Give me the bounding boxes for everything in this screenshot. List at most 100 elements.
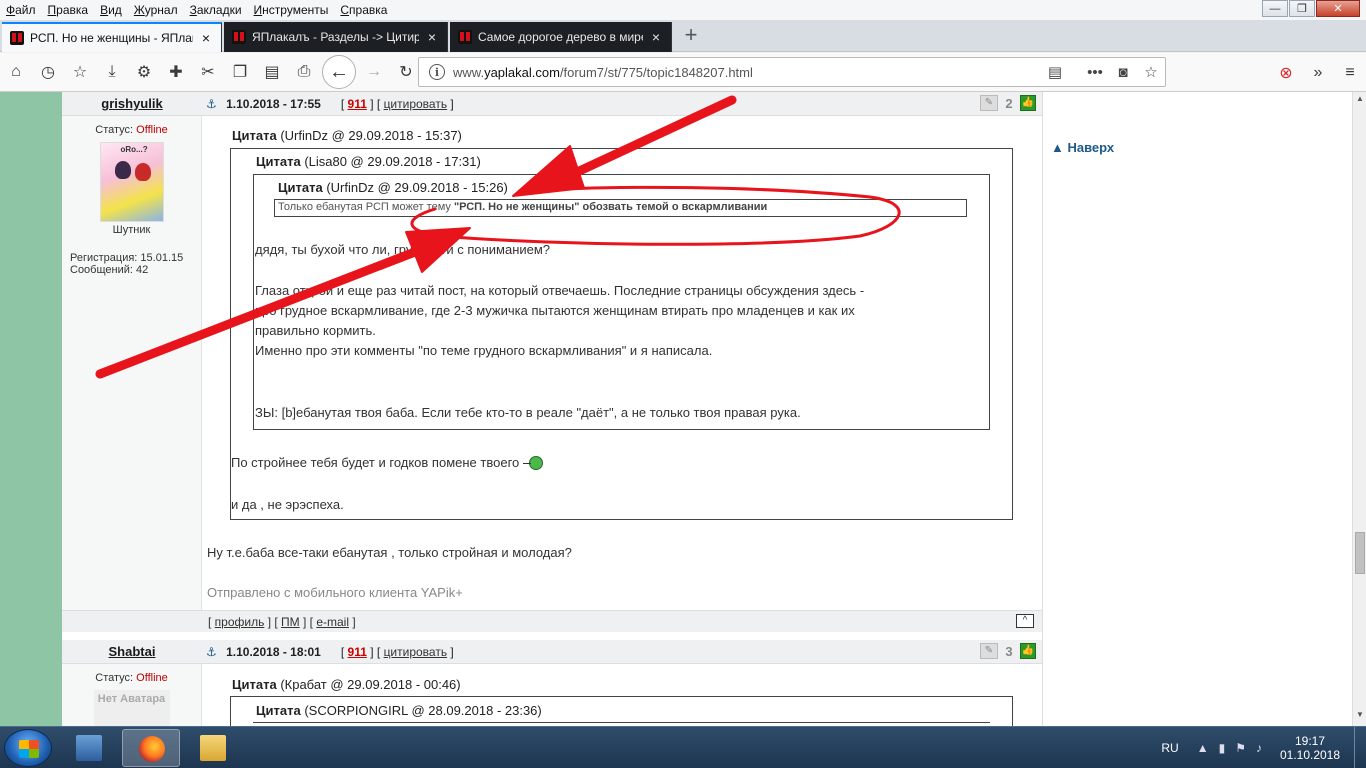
tray-expand-icon[interactable]: ▲ [1197, 741, 1209, 755]
menu-tools[interactable]: Инструменты [254, 3, 329, 17]
tab-rsp[interactable]: РСП. Но не женщины - ЯПлакалъ × [2, 22, 222, 52]
back-arrow-icon[interactable]: ← [322, 55, 356, 89]
window-controls: — ❐ ✕ [1261, 0, 1360, 18]
start-button[interactable] [4, 729, 52, 767]
to-top-button[interactable]: ^ [1016, 614, 1034, 628]
scroll-up-arrow-icon[interactable]: ▲ [1353, 94, 1366, 108]
scrollbar-thumb[interactable] [1355, 532, 1365, 574]
tab-close-icon[interactable]: × [425, 29, 439, 45]
user-avatar: oRo...? [99, 142, 164, 222]
post-meta: ⚓ 1.10.2018 - 18:01 [ 911 ] [ цитировать… [206, 645, 454, 659]
addons-puzzle-icon[interactable]: ✚ [160, 56, 192, 88]
flag-icon[interactable]: ⚑ [1235, 741, 1246, 755]
maximize-button[interactable]: ❐ [1289, 0, 1315, 17]
quote2-box-edge [253, 722, 990, 723]
bookmark-page-star-icon[interactable]: ☆ [1137, 63, 1165, 81]
profile-link[interactable]: профиль [215, 615, 265, 629]
tab-label: Самое дорогое дерево в мире [478, 30, 643, 44]
network-signal-icon[interactable]: ▮ [1219, 741, 1226, 755]
reputation-link[interactable]: 911 [348, 645, 367, 659]
minimize-button[interactable]: — [1262, 0, 1288, 17]
forward-arrow-icon[interactable]: → [358, 56, 390, 88]
history-icon[interactable]: ◷ [32, 56, 64, 88]
quote3-box: Только ебанутая РСП может тему "РСП. Но … [274, 199, 967, 217]
bookmark-star-icon[interactable]: ☆ [64, 56, 96, 88]
url-bar[interactable]: i www.yaplakal.com/forum7/st/775/topic18… [418, 57, 1166, 87]
print-icon[interactable]: ⎙ [288, 56, 320, 88]
comment-bubble-icon[interactable]: ✎ [980, 643, 998, 659]
hamburger-menu-icon[interactable]: ≡ [1334, 57, 1366, 89]
post-date: 1.10.2018 - 17:55 [226, 97, 321, 111]
quote2-header: Цитата (Lisa80 @ 29.09.2018 - 17:31) [256, 154, 481, 169]
volume-icon[interactable]: ♪ [1256, 741, 1262, 755]
system-tray: RU ▲ ▮ ⚑ ♪ 19:17 01.10.2018 [1161, 727, 1366, 768]
tab-razdely[interactable]: ЯПлакалъ - Разделы -> Цитир × [224, 22, 448, 52]
menu-view[interactable]: Вид [100, 3, 122, 17]
email-link[interactable]: e-mail [316, 615, 349, 629]
tab-close-icon[interactable]: × [649, 29, 663, 45]
download-icon[interactable]: ⤓ [96, 56, 128, 88]
anchor-icon[interactable]: ⚓ [206, 97, 217, 111]
paste-icon[interactable]: ▤ [256, 56, 288, 88]
taskbar-app-icon[interactable] [60, 729, 118, 767]
new-tab-button[interactable]: + [680, 22, 702, 48]
thumb-up-icon[interactable]: 👍 [1020, 95, 1036, 111]
user-status: Статус: Offline [95, 124, 168, 136]
show-desktop-button[interactable] [1354, 727, 1366, 768]
user-info-panel: Статус: Offline Нет Аватара [62, 664, 202, 726]
language-indicator[interactable]: RU [1161, 741, 1178, 755]
taskbar: RU ▲ ▮ ⚑ ♪ 19:17 01.10.2018 [0, 726, 1366, 768]
firefox-icon [139, 736, 165, 762]
post-meta: ⚓ 1.10.2018 - 17:55 [ 911 ] [ цитировать… [206, 97, 454, 111]
reputation-link[interactable]: 911 [348, 97, 367, 111]
adblock-stop-icon[interactable]: ⊗ [1270, 57, 1302, 89]
quote-link[interactable]: цитировать [384, 97, 448, 111]
anchor-icon[interactable]: ⚓ [206, 645, 217, 659]
site-info-icon[interactable]: i [429, 64, 445, 80]
post-number[interactable]: 3 [1002, 644, 1016, 659]
menu-file[interactable]: Файл [6, 3, 36, 17]
taskbar-explorer-button[interactable] [184, 729, 242, 767]
menu-history[interactable]: Журнал [134, 3, 178, 17]
cut-icon[interactable]: ✂ [192, 56, 224, 88]
copy-icon[interactable]: ❐ [224, 56, 256, 88]
thumb-up-icon[interactable]: 👍 [1020, 643, 1036, 659]
post-number[interactable]: 2 [1002, 96, 1016, 111]
pm-link[interactable]: ПМ [281, 615, 300, 629]
quote2-header: Цитата (SCORPIONGIRL @ 28.09.2018 - 23:3… [256, 703, 542, 718]
settings-gear-icon[interactable]: ⚙ [128, 56, 160, 88]
comment-bubble-icon[interactable]: ✎ [980, 95, 998, 111]
close-window-button[interactable]: ✕ [1316, 0, 1360, 17]
post-signature: Отправлено с мобильного клиента YAPik+ [207, 585, 463, 600]
tab-tree[interactable]: Самое дорогое дерево в мире × [450, 22, 672, 52]
yaplakal-favicon-icon [458, 30, 472, 44]
overflow-chevron-icon[interactable]: » [1302, 57, 1334, 89]
pocket-icon[interactable]: ◙ [1109, 64, 1137, 81]
clock[interactable]: 19:17 01.10.2018 [1272, 734, 1348, 762]
yaplakal-favicon-icon [10, 31, 24, 45]
user-info-panel: Статус: Offline oRo...? Шутник Регистрац… [62, 116, 202, 610]
menu-bookmarks[interactable]: Закладки [190, 3, 242, 17]
post-number-block: ✎ 3 👍 [980, 643, 1036, 659]
yaplakal-favicon-icon [232, 30, 246, 44]
quote2-text: дядя, ты бухой что ли, грудности с поним… [255, 242, 865, 420]
back-to-top-link[interactable]: ▲ Наверх [1051, 140, 1114, 155]
post-header: grishyulik ⚓ 1.10.2018 - 17:55 [ 911 ] [… [62, 92, 1042, 116]
menu-edit[interactable]: Правка [48, 3, 89, 17]
post-author[interactable]: grishyulik [62, 96, 202, 111]
page-scrollbar[interactable]: ▲ ▼ [1352, 92, 1366, 726]
menu-help[interactable]: Справка [340, 3, 387, 17]
quote-link[interactable]: цитировать [384, 645, 448, 659]
tab-label: ЯПлакалъ - Разделы -> Цитир [252, 30, 419, 44]
url-text[interactable]: www.yaplakal.com/forum7/st/775/topic1848… [453, 65, 1041, 80]
scroll-down-arrow-icon[interactable]: ▼ [1353, 710, 1366, 724]
tab-close-icon[interactable]: × [199, 30, 213, 46]
post-date: 1.10.2018 - 18:01 [226, 645, 321, 659]
post-author[interactable]: Shabtai [62, 644, 202, 659]
home-icon[interactable]: ⌂ [0, 56, 32, 88]
page-actions-icon[interactable]: ••• [1081, 64, 1109, 81]
taskbar-firefox-button[interactable] [122, 729, 180, 767]
no-avatar-placeholder: Нет Аватара [93, 690, 170, 726]
post-number-block: ✎ 2 👍 [980, 95, 1036, 111]
reader-view-icon[interactable]: ▤ [1041, 63, 1069, 81]
